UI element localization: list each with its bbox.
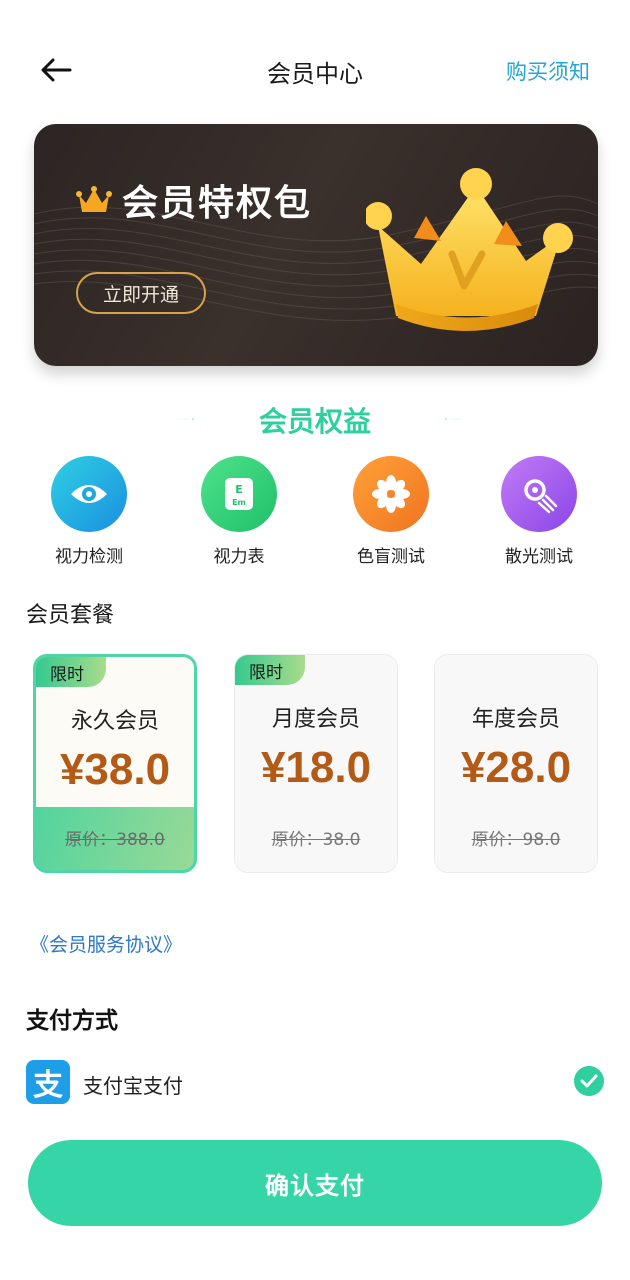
alipay-icon: 支 bbox=[26, 1060, 70, 1104]
confirm-payment-button[interactable]: 确认支付 bbox=[28, 1140, 602, 1226]
plan-price: ¥38.0 bbox=[59, 745, 171, 794]
plan-card-lifetime[interactable]: 限时 永久会员 ¥38.0 原价：388.0 bbox=[33, 654, 197, 873]
benefit-label: 散光测试 bbox=[505, 547, 573, 567]
top-bar: 会员中心 购买须知 bbox=[0, 40, 630, 100]
benefits-grid: 视力检测 E Em 视力表 色盲测试 散光测试 bbox=[0, 456, 630, 576]
benefit-vision-test[interactable]: 视力检测 bbox=[24, 456, 154, 567]
benefit-label: 色盲测试 bbox=[357, 547, 425, 567]
check-icon bbox=[574, 1066, 604, 1096]
plan-name: 永久会员 bbox=[70, 709, 159, 734]
service-agreement-link[interactable]: 《会员服务协议》 bbox=[30, 930, 182, 957]
plan-card-monthly[interactable]: 限时 月度会员 ¥18.0 原价：38.0 bbox=[234, 654, 398, 873]
astigmatism-icon bbox=[501, 456, 577, 532]
plan-original-price: 原价：388.0 bbox=[65, 830, 165, 850]
benefit-label: 视力表 bbox=[213, 547, 265, 567]
title-decoration-right bbox=[445, 418, 462, 420]
plan-name: 年度会员 bbox=[471, 707, 560, 732]
payment-option-alipay[interactable]: 支 支付宝支付 bbox=[26, 1058, 606, 1106]
purchase-notice-link[interactable]: 购买须知 bbox=[506, 56, 590, 86]
plan-original-price: 原价：98.0 bbox=[471, 830, 561, 850]
benefit-eye-chart[interactable]: E Em 视力表 bbox=[174, 456, 304, 567]
benefits-header: 会员权益 bbox=[0, 396, 630, 440]
benefit-astigmatism-test[interactable]: 散光测试 bbox=[474, 456, 604, 567]
svg-text:E: E bbox=[235, 483, 243, 496]
plan-price: ¥28.0 bbox=[460, 743, 572, 792]
svg-text:Em: Em bbox=[232, 498, 246, 507]
payment-heading: 支付方式 bbox=[26, 1008, 118, 1034]
limited-time-badge: 限时 bbox=[235, 655, 305, 685]
plan-name: 月度会员 bbox=[271, 707, 360, 732]
flower-icon bbox=[353, 456, 429, 532]
benefits-title: 会员权益 bbox=[258, 405, 371, 438]
eye-icon bbox=[51, 456, 127, 532]
payment-method-label: 支付宝支付 bbox=[83, 1074, 183, 1098]
banner-title: 会员特权包 bbox=[122, 183, 313, 224]
benefit-color-blind-test[interactable]: 色盲测试 bbox=[326, 456, 456, 567]
plans-heading: 会员套餐 bbox=[26, 603, 115, 628]
plan-original-price: 原价：38.0 bbox=[271, 830, 361, 850]
plan-price: ¥18.0 bbox=[260, 743, 372, 792]
vip-banner: 会员特权包 立即开通 bbox=[34, 124, 598, 366]
plan-card-yearly[interactable]: 年度会员 ¥28.0 原价：98.0 bbox=[434, 654, 598, 873]
crown-small-icon bbox=[76, 186, 112, 212]
eye-chart-icon: E Em bbox=[201, 456, 277, 532]
activate-now-button[interactable]: 立即开通 bbox=[76, 272, 206, 314]
limited-time-badge: 限时 bbox=[36, 657, 106, 687]
banner-title-row: 会员特权包 bbox=[76, 174, 312, 226]
crown-illustration bbox=[366, 168, 573, 331]
benefit-label: 视力检测 bbox=[55, 547, 123, 567]
